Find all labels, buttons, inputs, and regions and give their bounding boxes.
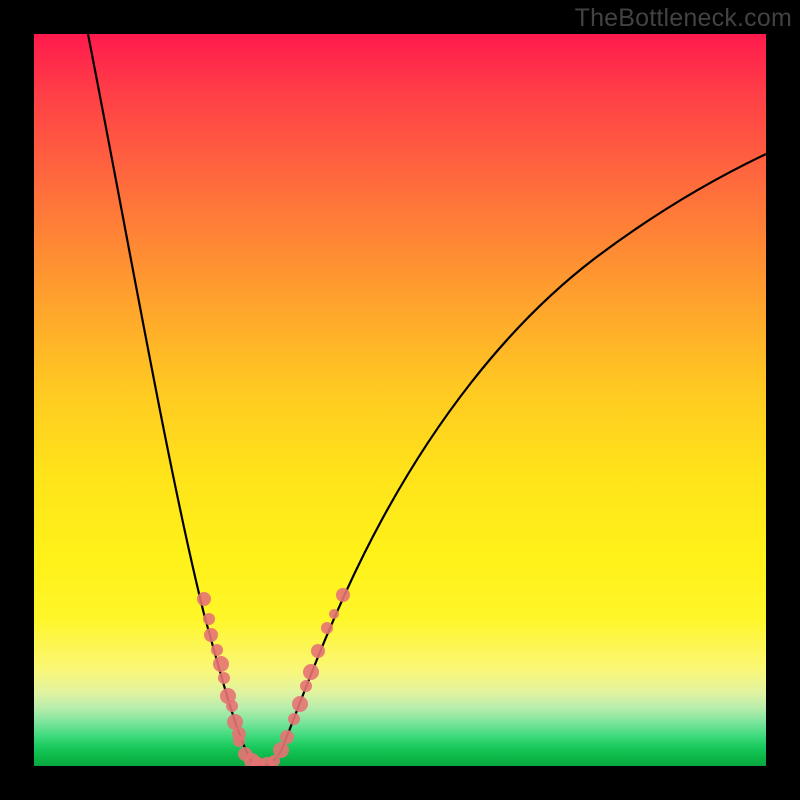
data-point-7	[226, 700, 238, 712]
data-point-25	[336, 588, 350, 602]
markers-group	[197, 588, 350, 766]
data-point-10	[233, 735, 245, 747]
data-point-24	[329, 609, 339, 619]
outer-frame: TheBottleneck.com	[0, 0, 800, 800]
data-point-23	[321, 622, 333, 634]
series-curve-right	[260, 154, 766, 766]
data-point-22	[311, 644, 325, 658]
data-point-0	[197, 592, 211, 606]
data-point-4	[213, 656, 229, 672]
data-point-20	[300, 680, 312, 692]
plot-area	[34, 34, 766, 766]
data-point-3	[211, 644, 223, 656]
data-point-2	[204, 628, 218, 642]
data-point-19	[292, 696, 308, 712]
data-point-17	[280, 730, 294, 744]
series-curve-left	[88, 34, 260, 766]
data-point-21	[303, 664, 319, 680]
data-point-5	[218, 672, 230, 684]
data-point-18	[288, 713, 300, 725]
data-point-16	[273, 742, 289, 758]
data-point-1	[203, 613, 215, 625]
chart-svg	[34, 34, 766, 766]
watermark-text: TheBottleneck.com	[575, 4, 792, 33]
series-group	[88, 34, 766, 766]
